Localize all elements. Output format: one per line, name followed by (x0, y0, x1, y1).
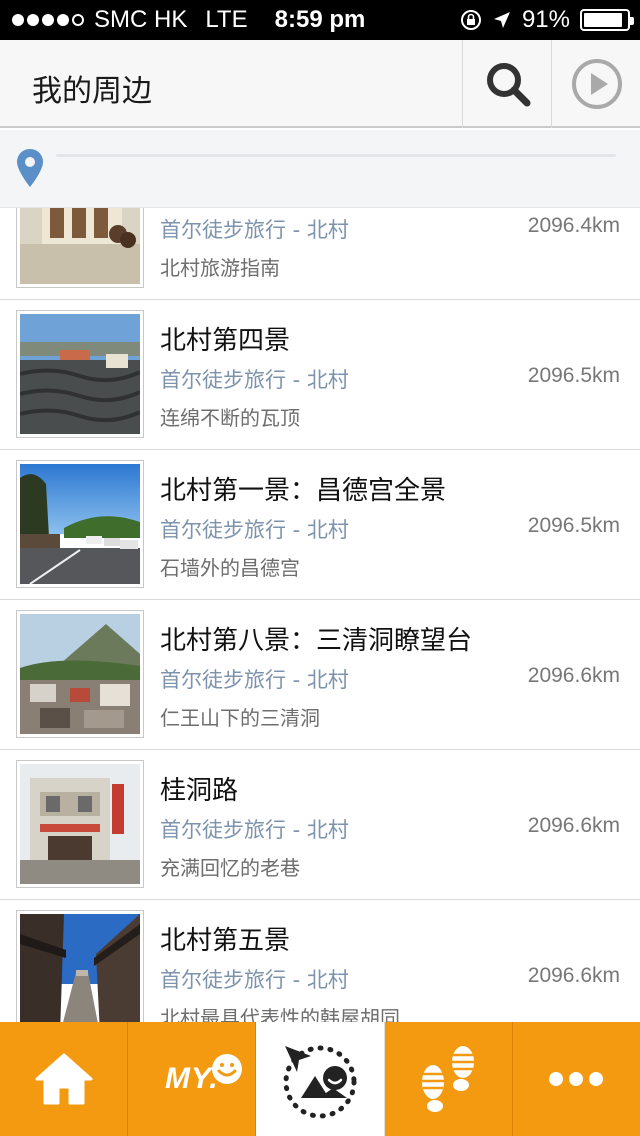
item-title: 北村第四景 (160, 326, 291, 356)
list-item[interactable]: 北村第四景 首尔徒步旅行 - 北村 2096.5km 连绵不断的瓦顶 (0, 300, 640, 450)
location-arrow-icon (493, 12, 510, 28)
item-distance: 2096.6km (527, 814, 620, 837)
play-button[interactable] (551, 40, 640, 128)
item-description: 充满回忆的老巷 (160, 856, 300, 880)
item-distance: 2096.6km (527, 664, 620, 687)
list-item[interactable]: 北村第五景 首尔徒步旅行 - 北村 2096.6km 北村最具代表性的韩屋胡同 (0, 900, 640, 1022)
thumbnail-image (16, 760, 144, 888)
status-bar: SMC HK LTE 8:59 pm 91% (0, 0, 640, 40)
item-category: 首尔徒步旅行 - 北村 (160, 218, 349, 242)
item-description: 连绵不断的瓦顶 (160, 406, 300, 430)
tab-my[interactable]: MY. (128, 1022, 257, 1136)
item-distance: 2096.6km (527, 964, 620, 987)
thumbnail-image (16, 460, 144, 588)
item-description: 北村旅游指南 (160, 256, 280, 280)
list-item[interactable]: 北村文化中心 首尔徒步旅行 - 北村 2096.4km 北村旅游指南 (0, 208, 640, 300)
page-title: 我的周边 (32, 74, 152, 109)
tab-nearby[interactable] (256, 1022, 385, 1136)
location-progress-track (56, 154, 616, 157)
item-description: 北村最具代表性的韩屋胡同 (160, 1006, 400, 1022)
item-category: 首尔徒步旅行 - 北村 (160, 968, 349, 992)
item-title: 北村第五景 (160, 926, 291, 956)
search-icon (486, 63, 530, 107)
status-right: 91% (460, 6, 634, 34)
item-category: 首尔徒步旅行 - 北村 (160, 818, 349, 842)
thumbnail-image (16, 208, 144, 288)
rotation-lock-icon (460, 10, 481, 30)
item-distance: 2096.5km (527, 364, 620, 387)
footprints-icon (422, 1046, 475, 1112)
thumbnail-image (16, 910, 144, 1022)
thumbnail-image (16, 610, 144, 738)
battery-percent: 91% (521, 6, 570, 33)
item-distance: 2096.4km (527, 214, 620, 237)
play-icon (571, 59, 622, 109)
item-category: 首尔徒步旅行 - 北村 (160, 518, 349, 542)
app-header: 我的周边 (0, 40, 640, 128)
smiley-icon (212, 1054, 243, 1084)
home-icon (35, 1053, 93, 1105)
item-title: 北村第一景：昌德宫全景 (160, 476, 447, 506)
item-category: 首尔徒步旅行 - 北村 (160, 668, 349, 692)
item-description: 仁王山下的三清洞 (160, 706, 320, 730)
tab-home[interactable] (0, 1022, 129, 1136)
item-description: 石墙外的昌德宫 (160, 556, 300, 580)
item-title: 桂洞路 (160, 776, 239, 806)
tab-footprints[interactable] (385, 1022, 513, 1136)
thumbnail-image (16, 310, 144, 438)
list-item[interactable]: 桂洞路 首尔徒步旅行 - 北村 2096.6km 充满回忆的老巷 (0, 750, 640, 900)
location-bar[interactable] (0, 130, 640, 208)
search-button[interactable] (462, 40, 552, 128)
item-title: 北村第八景：三清洞瞭望台 (160, 626, 473, 656)
tab-more[interactable] (513, 1022, 640, 1136)
battery-icon (580, 9, 634, 31)
list-item[interactable]: 北村第一景：昌德宫全景 首尔徒步旅行 - 北村 2096.5km 石墙外的昌德宫 (0, 450, 640, 600)
nearby-icon (283, 1045, 357, 1119)
item-distance: 2096.5km (527, 514, 620, 537)
tab-bar: MY. (0, 1022, 640, 1136)
list-item[interactable]: 北村第八景：三清洞瞭望台 首尔徒步旅行 - 北村 2096.6km 仁王山下的三… (0, 600, 640, 750)
poi-list[interactable]: 北村文化中心 首尔徒步旅行 - 北村 2096.4km 北村旅游指南 北村第四景… (0, 208, 640, 1022)
item-category: 首尔徒步旅行 - 北村 (160, 368, 349, 392)
more-icon (549, 1072, 604, 1086)
map-pin-icon (17, 149, 43, 187)
